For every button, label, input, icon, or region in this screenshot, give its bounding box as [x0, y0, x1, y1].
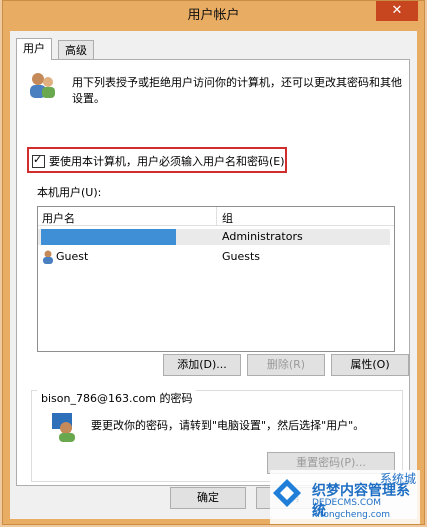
- users-icon: [30, 73, 55, 98]
- require-password-checkbox[interactable]: [32, 153, 45, 168]
- require-password-label: 要使用本计算机，用户必须输入用户名和密码(E): [49, 155, 285, 168]
- row-name: Guest: [56, 250, 89, 263]
- properties-button[interactable]: 属性(O): [331, 354, 409, 376]
- users-table[interactable]: 用户名 组 Administrators Guest Guests: [37, 206, 395, 352]
- table-header: 用户名 组: [38, 207, 394, 226]
- watermark-text-3: 系统城: [380, 472, 417, 486]
- close-icon: ✕: [391, 3, 403, 18]
- local-users-label: 本机用户(U):: [37, 186, 102, 199]
- column-username[interactable]: 用户名: [42, 210, 75, 226]
- remove-button[interactable]: 删除(R): [247, 354, 325, 376]
- window-title: 用户帐户: [187, 8, 240, 23]
- row-group: Guests: [222, 250, 261, 263]
- table-row[interactable]: Administrators: [38, 229, 390, 245]
- watermark-logo: 织梦内容管理系统 DEDECMS.COM 系统城 xitongcheng.com: [270, 470, 420, 524]
- tab-advanced[interactable]: 高级: [58, 40, 94, 60]
- user-accounts-window: 用户帐户 ✕ 用户 高级 用下列表授予或拒绝用户访问你的计算机，还可以更改其密码…: [2, 0, 425, 525]
- password-group-title: bison_786@163.com 的密码: [37, 390, 197, 406]
- user-key-icon: [52, 413, 75, 442]
- require-password-checkbox-row[interactable]: 要使用本计算机，用户必须输入用户名和密码(E): [32, 153, 285, 169]
- watermark-diamond-icon: [273, 479, 301, 507]
- tab-users[interactable]: 用户: [16, 38, 52, 60]
- guest-user-icon: [43, 250, 53, 264]
- row-group: Administrators: [222, 230, 303, 243]
- password-change-text: 要更改你的密码，请转到"电脑设置"，然后选择"用户"。: [91, 419, 365, 432]
- dialog-client-area: 用户 高级 用下列表授予或拒绝用户访问你的计算机，还可以更改其密码和其他 设置。…: [10, 31, 417, 519]
- add-button[interactable]: 添加(D)...: [163, 354, 241, 376]
- selected-user-name-redacted: [41, 229, 176, 245]
- close-button[interactable]: ✕: [376, 1, 418, 21]
- watermark-text-4: xitongcheng.com: [312, 510, 390, 520]
- intro-text-line1: 用下列表授予或拒绝用户访问你的计算机，还可以更改其密码和其他: [72, 76, 402, 89]
- column-group[interactable]: 组: [222, 210, 233, 226]
- users-tab-panel: 用下列表授予或拒绝用户访问你的计算机，还可以更改其密码和其他 设置。 要使用本计…: [16, 59, 410, 486]
- column-divider[interactable]: [216, 207, 217, 225]
- ok-button[interactable]: 确定: [170, 487, 246, 509]
- watermark-text-2: DEDECMS.COM: [312, 498, 381, 508]
- intro-text-line2: 设置。: [72, 92, 105, 105]
- table-row[interactable]: Guest Guests: [38, 249, 390, 265]
